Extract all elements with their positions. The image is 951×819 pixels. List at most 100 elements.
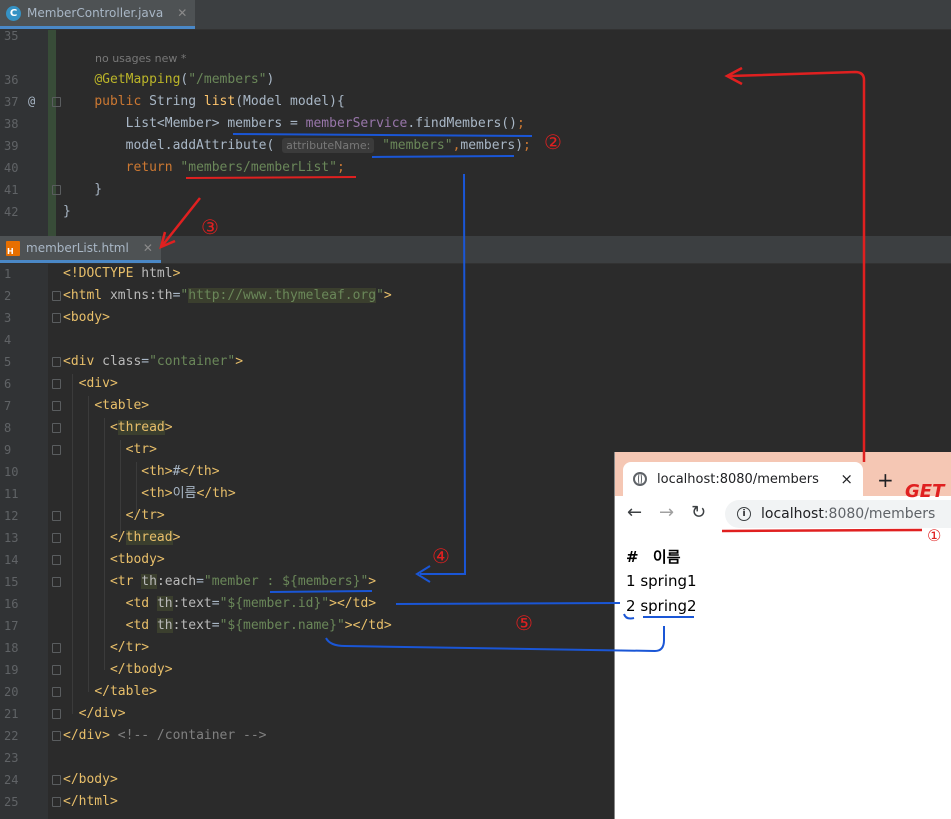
code-line[interactable]: 38 List<Member> members = memberService.…: [0, 113, 951, 135]
fold-marker-icon[interactable]: [52, 555, 61, 565]
line-number: 12: [4, 509, 19, 523]
line-number: 3: [4, 311, 12, 325]
code-text: }: [63, 204, 71, 219]
java-class-icon: C: [6, 5, 21, 21]
fold-marker-icon[interactable]: [52, 291, 61, 301]
line-number: 1: [4, 267, 12, 281]
url-domain: localhost: [761, 506, 824, 522]
fold-marker-icon[interactable]: [52, 445, 61, 455]
fold-marker-icon[interactable]: [52, 731, 61, 741]
code-text: <div>: [78, 376, 118, 391]
fold-marker-icon[interactable]: [52, 97, 61, 107]
line-number: 39: [4, 139, 19, 153]
code-line[interactable]: 37 public String list(Model model){: [0, 91, 951, 113]
globe-icon: [633, 472, 647, 486]
code-text: <body>: [63, 310, 110, 325]
fold-marker-icon[interactable]: [52, 423, 61, 433]
tab-member-list[interactable]: memberList.html ✕: [0, 236, 161, 263]
code-text: </div> <!-- /container -->: [63, 728, 267, 743]
code-line[interactable]: 39 model.addAttribute( attributeName: "m…: [0, 135, 951, 157]
fold-marker-icon[interactable]: [52, 533, 61, 543]
row-id: 1: [626, 572, 636, 590]
fold-marker-icon[interactable]: [52, 709, 61, 719]
line-number: 19: [4, 663, 19, 677]
usage-hint: no usages new *: [95, 52, 187, 65]
table-row: 1 spring1: [626, 572, 697, 590]
header-id: #: [626, 548, 639, 566]
code-text: }: [63, 182, 103, 197]
fold-marker-icon[interactable]: [52, 379, 61, 389]
browser-window: localhost:8080/members × + ← → ↻ i local…: [614, 452, 951, 819]
editor-tab-bar: memberList.html ✕: [0, 236, 951, 264]
tab-label: memberList.html: [26, 241, 129, 255]
code-line[interactable]: 6 <div>: [0, 373, 951, 395]
line-number: 40: [4, 161, 19, 175]
header-name: 이름: [652, 548, 681, 566]
fold-marker-icon[interactable]: [52, 313, 61, 323]
fold-marker-icon[interactable]: [52, 775, 61, 785]
code-line[interactable]: 3 <body>: [0, 307, 951, 329]
code-line[interactable]: 40 return "members/memberList";: [0, 157, 951, 179]
code-text: <table>: [94, 398, 150, 413]
code-text: <td th:text="${member.name}"></td>: [125, 618, 392, 633]
controller-editor-pane: C MemberController.java ✕ no usages new …: [0, 0, 951, 236]
code-line[interactable]: 8 <thread>: [0, 417, 951, 439]
line-number: 24: [4, 773, 19, 787]
code-text: <html xmlns:th="http://www.thymeleaf.org…: [63, 288, 392, 303]
close-tab-icon[interactable]: ×: [840, 470, 853, 488]
close-icon[interactable]: ✕: [143, 241, 153, 255]
code-text: <tr>: [125, 442, 157, 457]
fold-marker-icon[interactable]: [52, 185, 61, 195]
line-number: 22: [4, 729, 19, 743]
table-row: 2 spring2: [626, 597, 697, 615]
code-text: </tbody>: [109, 662, 173, 677]
fold-marker-icon[interactable]: [52, 401, 61, 411]
forward-button[interactable]: →: [659, 502, 674, 523]
fold-marker-icon[interactable]: [52, 687, 61, 697]
fold-marker-icon[interactable]: [52, 797, 61, 807]
code-text: </body>: [63, 772, 118, 787]
code-text: @GetMapping("/members"): [94, 72, 275, 87]
reload-button[interactable]: ↻: [691, 502, 706, 523]
fold-marker-icon[interactable]: [52, 357, 61, 367]
code-text: </div>: [78, 706, 126, 721]
line-number: 15: [4, 575, 19, 589]
fold-marker-icon[interactable]: [52, 643, 61, 653]
line-number: 14: [4, 553, 19, 567]
address-bar[interactable]: i localhost:8080/members: [725, 500, 951, 528]
line-number: 38: [4, 117, 19, 131]
code-line[interactable]: 36 @GetMapping("/members"): [0, 69, 951, 91]
close-icon[interactable]: ✕: [177, 6, 187, 20]
fold-marker-icon[interactable]: [52, 665, 61, 675]
line-number: 35: [4, 29, 19, 43]
code-line[interactable]: 7 <table>: [0, 395, 951, 417]
code-text: <thread>: [109, 420, 173, 435]
line-number: 6: [4, 377, 12, 391]
browser-tab-strip: localhost:8080/members × +: [615, 452, 951, 496]
code-text: <td th:text="${member.id}"></td>: [125, 596, 377, 611]
code-line[interactable]: 1 <!DOCTYPE html>: [0, 263, 951, 285]
back-button[interactable]: ←: [627, 502, 642, 523]
code-line[interactable]: 42}: [0, 201, 951, 223]
code-line[interactable]: 35: [0, 25, 951, 47]
line-number: 13: [4, 531, 19, 545]
browser-toolbar: ← → ↻ i localhost:8080/members: [615, 496, 951, 532]
line-number: 5: [4, 355, 12, 369]
browser-tab-title: localhost:8080/members: [657, 471, 819, 487]
new-tab-button[interactable]: +: [877, 468, 894, 492]
line-number: 37: [4, 95, 19, 109]
site-info-icon[interactable]: i: [737, 507, 751, 521]
html-file-icon: [6, 240, 20, 256]
code-line[interactable]: 4: [0, 329, 951, 351]
fold-marker-icon[interactable]: [52, 511, 61, 521]
code-line[interactable]: 2 <html xmlns:th="http://www.thymeleaf.or…: [0, 285, 951, 307]
code-line[interactable]: 5 <div class="container">: [0, 351, 951, 373]
code-text: <tbody>: [109, 552, 165, 567]
code-line[interactable]: 41 }: [0, 179, 951, 201]
line-number: 20: [4, 685, 19, 699]
line-number: 42: [4, 205, 19, 219]
browser-tab[interactable]: localhost:8080/members ×: [623, 462, 863, 496]
fold-marker-icon[interactable]: [52, 577, 61, 587]
code-text: </thread>: [109, 530, 181, 545]
line-number: 25: [4, 795, 19, 809]
